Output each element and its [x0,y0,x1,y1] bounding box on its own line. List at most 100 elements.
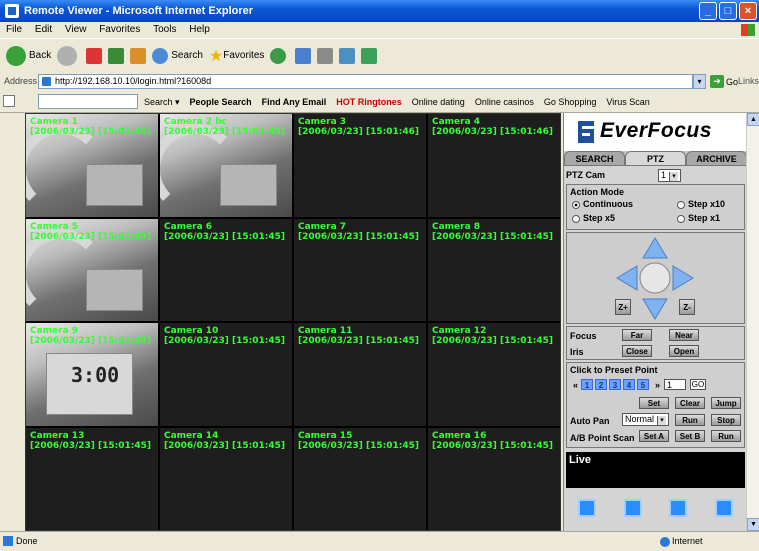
camera-tile-16[interactable]: Camera 16 [2006/03/23] [15:01:45] [428,427,560,530]
camera-name: Camera 2 bc [164,117,227,127]
mail-button[interactable] [295,47,312,64]
preset-label: Click to Preset Point [570,365,658,375]
preset-input[interactable]: 1 [664,379,687,390]
scroll-down-arrow-icon[interactable]: ▼ [747,518,759,531]
menu-file[interactable]: File [6,24,22,35]
iris-close-button[interactable]: Close [622,345,652,357]
preset-4-button[interactable]: 4 [623,379,636,390]
preset-go-button[interactable]: GO [690,379,707,390]
stop-button[interactable] [86,47,103,64]
focus-far-button[interactable]: Far [622,329,652,341]
preset-clear-button[interactable]: Clear [675,397,705,409]
nine-view-button[interactable] [669,499,688,517]
preset-1-button[interactable]: 1 [581,379,594,390]
camera-tile-11[interactable]: Camera 11 [2006/03/23] [15:01:45] [294,323,426,426]
camera-tile-8[interactable]: Camera 8 [2006/03/23] [15:01:45] [428,218,560,321]
tab-archive[interactable]: ARCHIVE [686,151,747,165]
menu-tools[interactable]: Tools [153,24,176,35]
pan-left-arrow-icon[interactable] [616,265,638,291]
go-button[interactable]: ➜ Go [710,75,738,88]
ab-run-button[interactable]: Run [711,430,741,442]
quad-view-button[interactable] [623,499,642,517]
home-button[interactable] [130,47,147,64]
camera-tile-7[interactable]: Camera 7 [2006/03/23] [15:01:45] [294,218,426,321]
favorites-button[interactable]: ★ Favorites [209,46,264,66]
menu-favorites[interactable]: Favorites [99,24,140,35]
refresh-button[interactable] [108,47,125,64]
preset-jump-button[interactable]: Jump [711,397,741,409]
minimize-button[interactable]: _ [699,2,717,20]
forward-button[interactable] [57,45,80,66]
camera-tile-12[interactable]: Camera 12 [2006/03/23] [15:01:45] [428,323,560,426]
pan-right-arrow-icon[interactable] [672,265,694,291]
pan-up-arrow-icon[interactable] [642,237,668,259]
preset-3-button[interactable]: 3 [609,379,622,390]
camera-tile-14[interactable]: Camera 14 [2006/03/23] [15:01:45] [160,427,292,530]
zoom-out-button[interactable]: Z- [679,299,695,315]
online-dating-link[interactable]: Online dating [412,97,465,107]
auto-pan-select[interactable]: Normal ▾ [622,413,670,426]
back-button[interactable]: Back [6,45,51,66]
toolbar-search-button[interactable]: Search ▾ [144,97,180,108]
set-a-button[interactable]: Set A [639,430,669,442]
ptz-cam-select[interactable]: 1 ▾ [658,169,682,182]
dropdown-arrow-icon: ▾ [657,416,667,425]
toolbar-search-input[interactable] [38,94,138,109]
vertical-scrollbar[interactable]: ▲ ▼ [746,113,759,531]
camera-tile-9[interactable]: 3:00 Camera 9 [2006/03/23] [15:01:45] [26,323,158,426]
auto-pan-run-button[interactable]: Run [675,414,705,426]
people-search-link[interactable]: People Search [190,97,252,107]
online-casinos-link[interactable]: Online casinos [475,97,534,107]
scroll-up-arrow-icon[interactable]: ▲ [747,113,759,126]
tab-search[interactable]: SEARCH [564,151,625,165]
camera-tile-3[interactable]: Camera 3 [2006/03/23] [15:01:46] [294,114,426,217]
preset-next-button[interactable]: » [655,380,660,390]
maximize-button[interactable]: □ [719,2,737,20]
virus-scan-link[interactable]: Virus Scan [606,97,649,107]
camera-tile-15[interactable]: Camera 15 [2006/03/23] [15:01:45] [294,427,426,530]
go-shopping-link[interactable]: Go Shopping [544,97,597,107]
camera-timestamp: [2006/03/23] [15:01:45] [432,336,554,346]
mode-step-x1[interactable]: Step x1 [677,213,745,223]
history-button[interactable] [270,47,289,64]
auto-pan-stop-button[interactable]: Stop [711,414,741,426]
preset-prev-button[interactable]: « [573,380,578,390]
mode-continuous[interactable]: Continuous [572,199,652,209]
preset-2-button[interactable]: 2 [595,379,608,390]
pan-down-arrow-icon[interactable] [642,298,668,320]
camera-tile-5[interactable]: Camera 5 [2006/03/23] [15:01:45] [26,218,158,321]
close-button[interactable]: × [739,2,757,20]
mode-step-x10[interactable]: Step x10 [677,199,745,209]
joystick-center-icon[interactable] [639,262,671,294]
find-any-email-link[interactable]: Find Any Email [262,97,327,107]
set-b-button[interactable]: Set B [675,430,705,442]
camera-tile-10[interactable]: Camera 10 [2006/03/23] [15:01:45] [160,323,292,426]
tab-ptz[interactable]: PTZ [625,151,686,165]
print-button[interactable] [317,47,334,64]
preset-5-button[interactable]: 5 [637,379,650,390]
preset-set-button[interactable]: Set [639,397,669,409]
focus-near-button[interactable]: Near [669,329,699,341]
links-label[interactable]: Links [738,76,759,86]
camera-tile-6[interactable]: Camera 6 [2006/03/23] [15:01:45] [160,218,292,321]
camera-tile-1[interactable]: Camera 1 [2006/03/23] [15:01:45] [26,114,158,217]
camera-tile-4[interactable]: Camera 4 [2006/03/23] [15:01:46] [428,114,560,217]
zoom-in-button[interactable]: Z+ [615,299,631,315]
camera-tile-2[interactable]: Camera 2 bc [2006/03/23] [15:01:45] [160,114,292,217]
address-input[interactable]: http://192.168.10.10/login.html?16008d [38,74,693,89]
search-button[interactable]: Search [152,47,203,64]
single-view-button[interactable] [577,499,596,517]
address-dropdown-button[interactable]: ▾ [693,74,706,89]
sixteen-view-button[interactable] [715,499,734,517]
messenger-button[interactable] [361,47,378,64]
hot-ringtones-link[interactable]: HOT Ringtones [336,97,402,107]
menu-edit[interactable]: Edit [35,24,52,35]
edit-button[interactable] [339,47,356,64]
mode-step-x5[interactable]: Step x5 [572,213,652,223]
iris-open-button[interactable]: Open [669,345,699,357]
action-mode-box: Action Mode Continuous Step x10 Step x5 … [566,184,745,230]
camera-tile-13[interactable]: Camera 13 [2006/03/23] [15:01:45] [26,427,158,530]
menu-help[interactable]: Help [189,24,210,35]
address-label: Address [4,76,38,86]
menu-view[interactable]: View [65,24,87,35]
